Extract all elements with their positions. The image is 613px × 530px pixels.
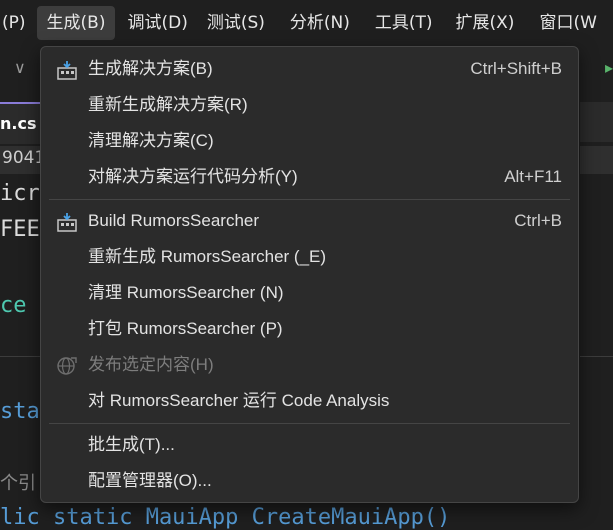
menu-item-label: 重新生成 RumorsSearcher (_E) <box>88 247 327 266</box>
menu-separator <box>49 199 570 200</box>
menu-extensions[interactable]: 扩展(X) <box>444 6 526 40</box>
menu-project[interactable]: (P) <box>0 6 37 40</box>
menu-item-pack-project[interactable]: 打包 RumorsSearcher (P) <box>41 312 578 346</box>
chevron-down-icon[interactable]: ∨ <box>14 58 26 77</box>
menu-item-configuration-manager[interactable]: 配置管理器(O)... <box>41 464 578 498</box>
menu-item-publish-selection: 发布选定内容(H) <box>41 348 578 382</box>
menu-item-label: 配置管理器(O)... <box>88 471 212 490</box>
build-solution-icon <box>57 61 77 80</box>
editor-tab-label: n.cs <box>0 114 37 133</box>
menu-item-label: 清理 RumorsSearcher (N) <box>88 283 284 302</box>
build-project-icon <box>57 213 77 232</box>
code-line: icr <box>0 181 40 206</box>
menu-tools[interactable]: 工具(T) <box>361 6 444 40</box>
code-line: 个引 <box>0 473 36 494</box>
menu-analyze[interactable]: 分析(N) <box>276 6 361 40</box>
run-icon[interactable]: ▸ <box>605 58 613 77</box>
editor-tab[interactable]: n.cs <box>0 102 40 144</box>
menu-item-label: 生成解决方案(B) <box>88 59 213 78</box>
menu-item-run-code-analysis-project[interactable]: 对 RumorsSearcher 运行 Code Analysis <box>41 384 578 418</box>
menu-item-label: 对 RumorsSearcher 运行 Code Analysis <box>88 391 390 410</box>
menu-item-label: 批生成(T)... <box>88 435 175 454</box>
menu-test[interactable]: 测试(S) <box>199 6 276 40</box>
build-menu: 生成解决方案(B) Ctrl+Shift+B 重新生成解决方案(R) 清理解决方… <box>40 46 579 503</box>
menu-item-label: 发布选定内容(H) <box>88 355 214 374</box>
menu-build[interactable]: 生成(B) <box>36 6 116 40</box>
menu-window[interactable]: 窗口(W <box>525 6 607 40</box>
navigation-bar: 9041 <box>0 146 45 174</box>
publish-globe-icon <box>57 357 77 375</box>
code-line: ce <box>0 293 27 318</box>
menu-item-build-solution[interactable]: 生成解决方案(B) Ctrl+Shift+B <box>41 52 578 86</box>
menu-item-label: 清理解决方案(C) <box>88 131 214 150</box>
navigation-bar-text: 9041 <box>2 148 46 168</box>
menu-item-shortcut: Ctrl+B <box>514 211 562 230</box>
code-line: sta <box>0 399 40 424</box>
menu-item-shortcut: Ctrl+Shift+B <box>470 59 562 78</box>
menu-item-clean-solution[interactable]: 清理解决方案(C) <box>41 124 578 158</box>
menu-item-label: 打包 RumorsSearcher (P) <box>88 319 283 338</box>
menu-item-label: 对解决方案运行代码分析(Y) <box>88 167 298 186</box>
menu-separator <box>49 423 570 424</box>
menu-debug[interactable]: 调试(D) <box>115 6 198 40</box>
menu-item-label: Build RumorsSearcher <box>88 211 260 230</box>
menu-bar: (P) 生成(B) 调试(D) 测试(S) 分析(N) 工具(T) 扩展(X) … <box>0 0 613 46</box>
menu-item-shortcut: Alt+F11 <box>504 167 562 186</box>
menu-item-build-project[interactable]: Build RumorsSearcher Ctrl+B <box>41 204 578 238</box>
divider <box>580 356 613 357</box>
menu-item-rebuild-project[interactable]: 重新生成 RumorsSearcher (_E) <box>41 240 578 274</box>
divider <box>0 356 40 357</box>
navigation-bar-right <box>580 146 613 174</box>
menu-item-run-code-analysis-solution[interactable]: 对解决方案运行代码分析(Y) Alt+F11 <box>41 160 578 194</box>
code-line: FEE <box>0 217 40 242</box>
menu-item-rebuild-solution[interactable]: 重新生成解决方案(R) <box>41 88 578 122</box>
tab-strip-right <box>580 102 613 142</box>
menu-item-batch-build[interactable]: 批生成(T)... <box>41 428 578 462</box>
menu-item-clean-project[interactable]: 清理 RumorsSearcher (N) <box>41 276 578 310</box>
menu-item-label: 重新生成解决方案(R) <box>88 95 248 114</box>
